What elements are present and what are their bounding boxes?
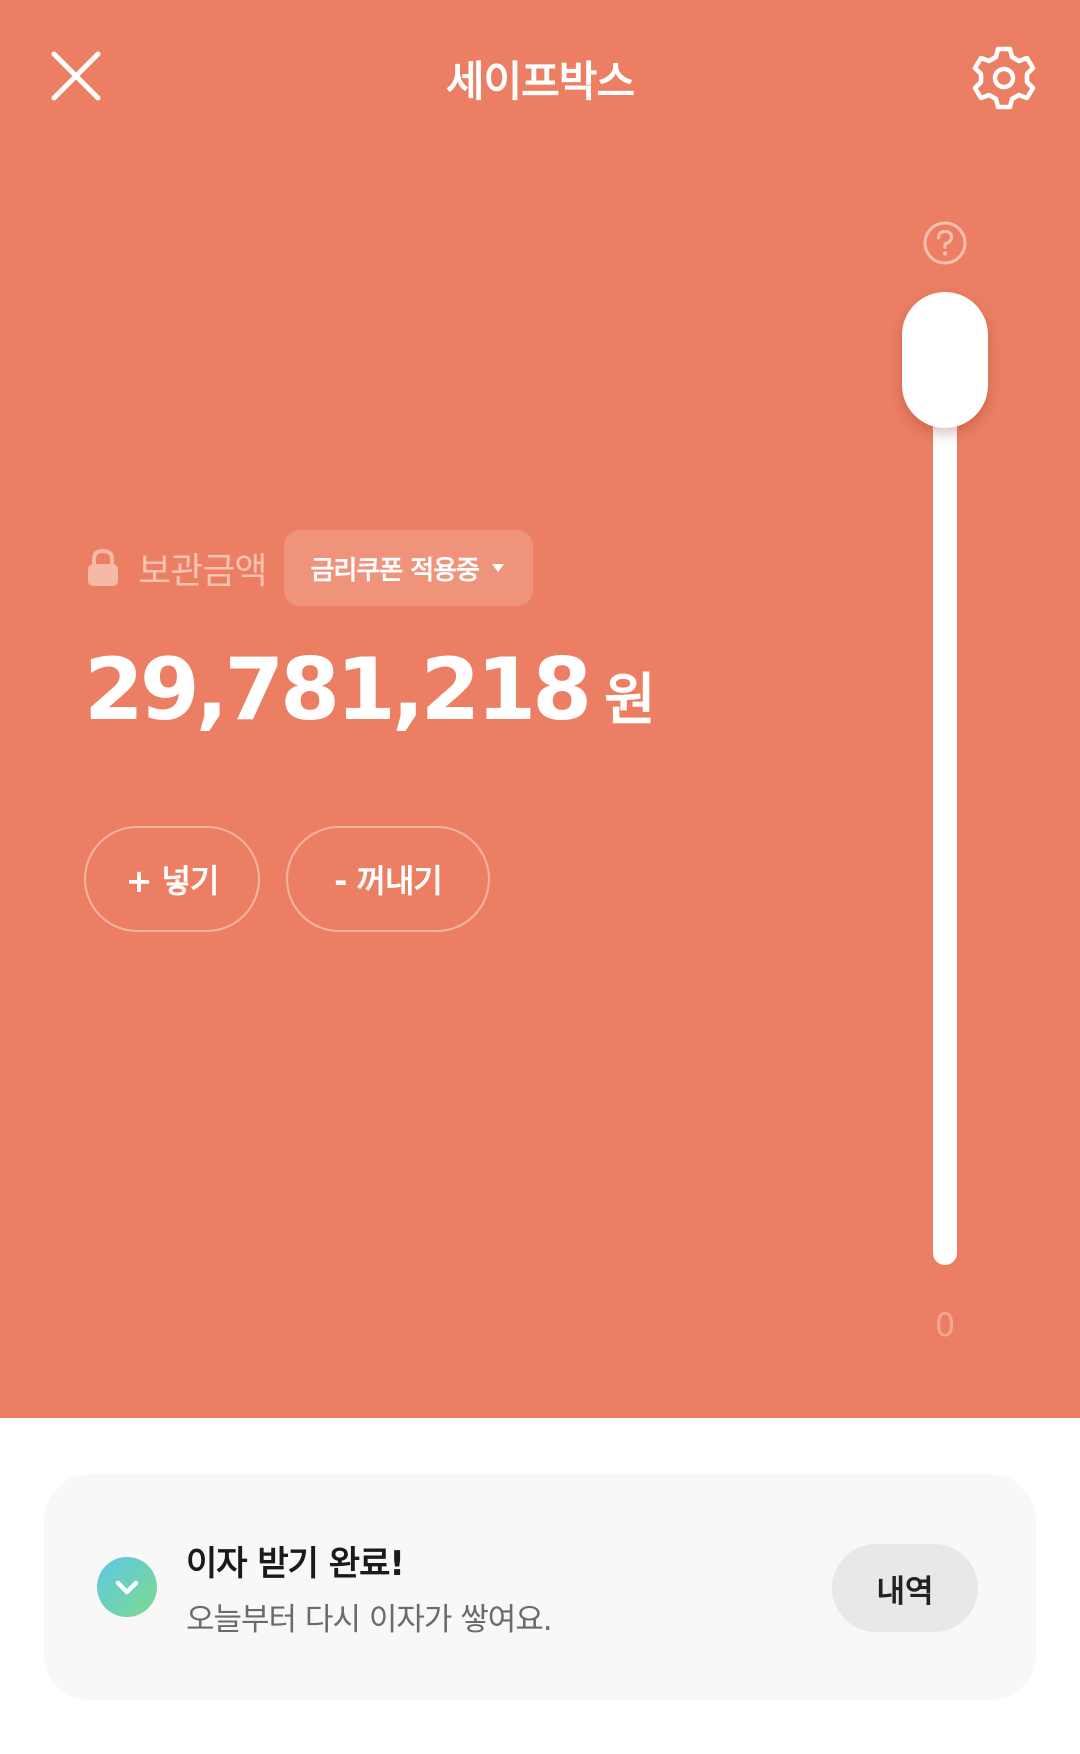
safebox-slider-track[interactable] (933, 380, 957, 1265)
settings-button[interactable] (968, 42, 1040, 114)
safebox-slider-thumb[interactable] (902, 292, 988, 428)
check-down-icon (97, 1557, 157, 1617)
coupon-dropdown[interactable]: 금리쿠폰 적용중 (284, 530, 533, 606)
history-button[interactable]: 내역 (832, 1544, 978, 1632)
notice-title: 이자 받기 완료! (186, 1544, 405, 1584)
deposit-button[interactable]: + 넣기 (84, 826, 260, 932)
withdraw-button[interactable]: - 꺼내기 (286, 826, 490, 932)
balance-unit: 원 (604, 668, 656, 733)
notice-subtitle: 오늘부터 다시 이자가 쌓여요. (186, 1602, 553, 1638)
balance-label-row: 보관금액 금리쿠폰 적용중 (86, 530, 533, 606)
lock-icon (88, 548, 118, 586)
page-title: 세이프박스 (445, 57, 635, 106)
balance-number: 29,781,218 (84, 640, 592, 740)
top-bar: 세이프박스 (0, 0, 1080, 160)
help-button[interactable] (922, 220, 968, 266)
question-circle-icon (923, 221, 967, 265)
safebox-panel: 세이프박스 0 보관금액 금리쿠폰 적용중 29,781,218 원 + 넣기 … (0, 0, 1080, 1418)
gear-icon (972, 46, 1036, 110)
interest-notice-card: 이자 받기 완료! 오늘부터 다시 이자가 쌓여요. 내역 (44, 1474, 1036, 1700)
balance-label: 보관금액 (138, 551, 267, 592)
balance-amount: 29,781,218 원 (84, 640, 656, 740)
slider-min-label: 0 (934, 1306, 956, 1344)
coupon-chip-label: 금리쿠폰 적용중 (310, 555, 479, 586)
caret-down-icon (491, 564, 504, 572)
